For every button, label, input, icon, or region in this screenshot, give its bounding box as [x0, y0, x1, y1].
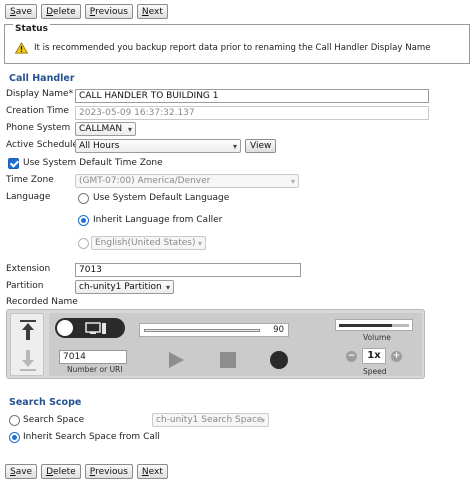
previous-button-bottom[interactable]: Previous [84, 464, 133, 479]
next-button-bottom[interactable]: Next [136, 464, 168, 479]
media-player: 90 7014 Number or URI Volume − 1x + Spee… [6, 309, 425, 379]
volume-slider[interactable] [335, 319, 413, 331]
chevron-down-icon: ▾ [165, 283, 170, 292]
display-name-label: Display Name* [6, 89, 74, 99]
previous-button[interactable]: Previous [84, 4, 133, 19]
search-space-label: Search Space [23, 415, 85, 425]
creation-time-label: Creation Time [6, 106, 69, 116]
language-inherit-radio[interactable] [78, 215, 89, 226]
use-default-timezone-checkbox[interactable] [8, 158, 19, 169]
inherit-search-space-label: Inherit Search Space from Call [23, 432, 160, 442]
phone-system-label: Phone System [6, 123, 71, 133]
call-handler-section-title: Call Handler [9, 73, 75, 84]
playback-progress[interactable]: 90 [139, 323, 289, 337]
search-space-radio[interactable] [9, 415, 20, 426]
active-schedule-label: Active Schedule [6, 140, 79, 150]
chevron-down-icon: ▾ [290, 177, 295, 186]
volume-caption: Volume [363, 333, 391, 342]
language-specific-radio[interactable] [78, 238, 89, 249]
inherit-search-space-radio[interactable] [9, 432, 20, 443]
chevron-down-icon: ▾ [197, 239, 202, 248]
recorded-name-label: Recorded Name [6, 297, 78, 307]
bottom-toolbar: Save Delete Previous Next [5, 464, 168, 479]
record-source-toggle[interactable] [55, 318, 125, 338]
play-icon[interactable] [167, 351, 185, 369]
upload-download-panel [10, 313, 44, 376]
chevron-down-icon: ▾ [127, 125, 132, 134]
extension-input[interactable]: 7013 [75, 263, 301, 277]
number-or-uri-caption: Number or URI [67, 365, 123, 374]
time-zone-label: Time Zone [6, 175, 54, 185]
volume-fill [339, 324, 392, 327]
upload-icon[interactable] [19, 319, 37, 341]
active-schedule-value: All Hours [79, 141, 120, 151]
phone-system-select[interactable]: CALLMAN ▾ [75, 122, 136, 136]
stop-icon[interactable] [219, 351, 237, 369]
chevron-down-icon: ▾ [232, 142, 237, 151]
language-inherit-label: Inherit Language from Caller [93, 215, 223, 225]
status-message: It is recommended you backup report data… [34, 43, 431, 53]
search-space-value: ch-unity1 Search Space [156, 415, 263, 425]
player-controls: 90 7014 Number or URI Volume − 1x + Spee… [49, 313, 422, 376]
speed-increase-icon[interactable]: + [391, 351, 402, 362]
save-button[interactable]: Save [5, 4, 38, 19]
language-select: English(United States) ▾ [91, 236, 206, 250]
speed-decrease-icon[interactable]: − [346, 351, 357, 362]
use-default-timezone-label: Use System Default Time Zone [23, 158, 163, 168]
top-toolbar: Save Delete Previous Next [5, 4, 168, 19]
time-zone-value: (GMT-07:00) America/Denver [79, 176, 211, 186]
search-scope-section-title: Search Scope [9, 397, 82, 408]
volume-rest [392, 324, 409, 327]
delete-button[interactable]: Delete [41, 4, 81, 19]
partition-value: ch-unity1 Partition [79, 282, 162, 292]
record-icon[interactable] [269, 350, 289, 370]
warning-icon [15, 42, 28, 54]
download-icon [20, 350, 36, 371]
partition-label: Partition [6, 281, 44, 291]
language-use-default-label: Use System Default Language [93, 193, 230, 203]
next-button[interactable]: Next [136, 4, 168, 19]
active-schedule-select[interactable]: All Hours ▾ [75, 139, 241, 153]
creation-time-field: 2023-05-09 16:37:32.137 [75, 106, 429, 120]
partition-select[interactable]: ch-unity1 Partition ▾ [75, 280, 174, 294]
speed-value: 1x [362, 348, 386, 364]
toggle-knob [57, 320, 73, 336]
progress-value: 90 [273, 325, 284, 335]
time-zone-select: (GMT-07:00) America/Denver ▾ [75, 174, 299, 188]
delete-button-bottom[interactable]: Delete [41, 464, 81, 479]
phone-system-value: CALLMAN [79, 124, 123, 134]
status-panel: Status It is recommended you backup repo… [4, 24, 470, 64]
chevron-down-icon: ▾ [260, 416, 265, 425]
progress-track [144, 329, 260, 332]
save-button-bottom[interactable]: Save [5, 464, 38, 479]
search-space-select: ch-unity1 Search Space ▾ [152, 413, 269, 427]
language-label: Language [6, 192, 51, 202]
view-schedule-button[interactable]: View [245, 139, 277, 153]
display-name-input[interactable]: CALL HANDLER TO BUILDING 1 [75, 89, 429, 103]
speed-caption: Speed [363, 367, 387, 376]
language-use-default-radio[interactable] [78, 193, 89, 204]
phone-screen-icon [85, 322, 106, 334]
status-title: Status [13, 24, 50, 34]
status-message-row: It is recommended you backup report data… [15, 42, 431, 54]
extension-label: Extension [6, 264, 51, 274]
language-select-value: English(United States) [95, 238, 196, 248]
number-or-uri-input[interactable]: 7014 [59, 350, 127, 364]
